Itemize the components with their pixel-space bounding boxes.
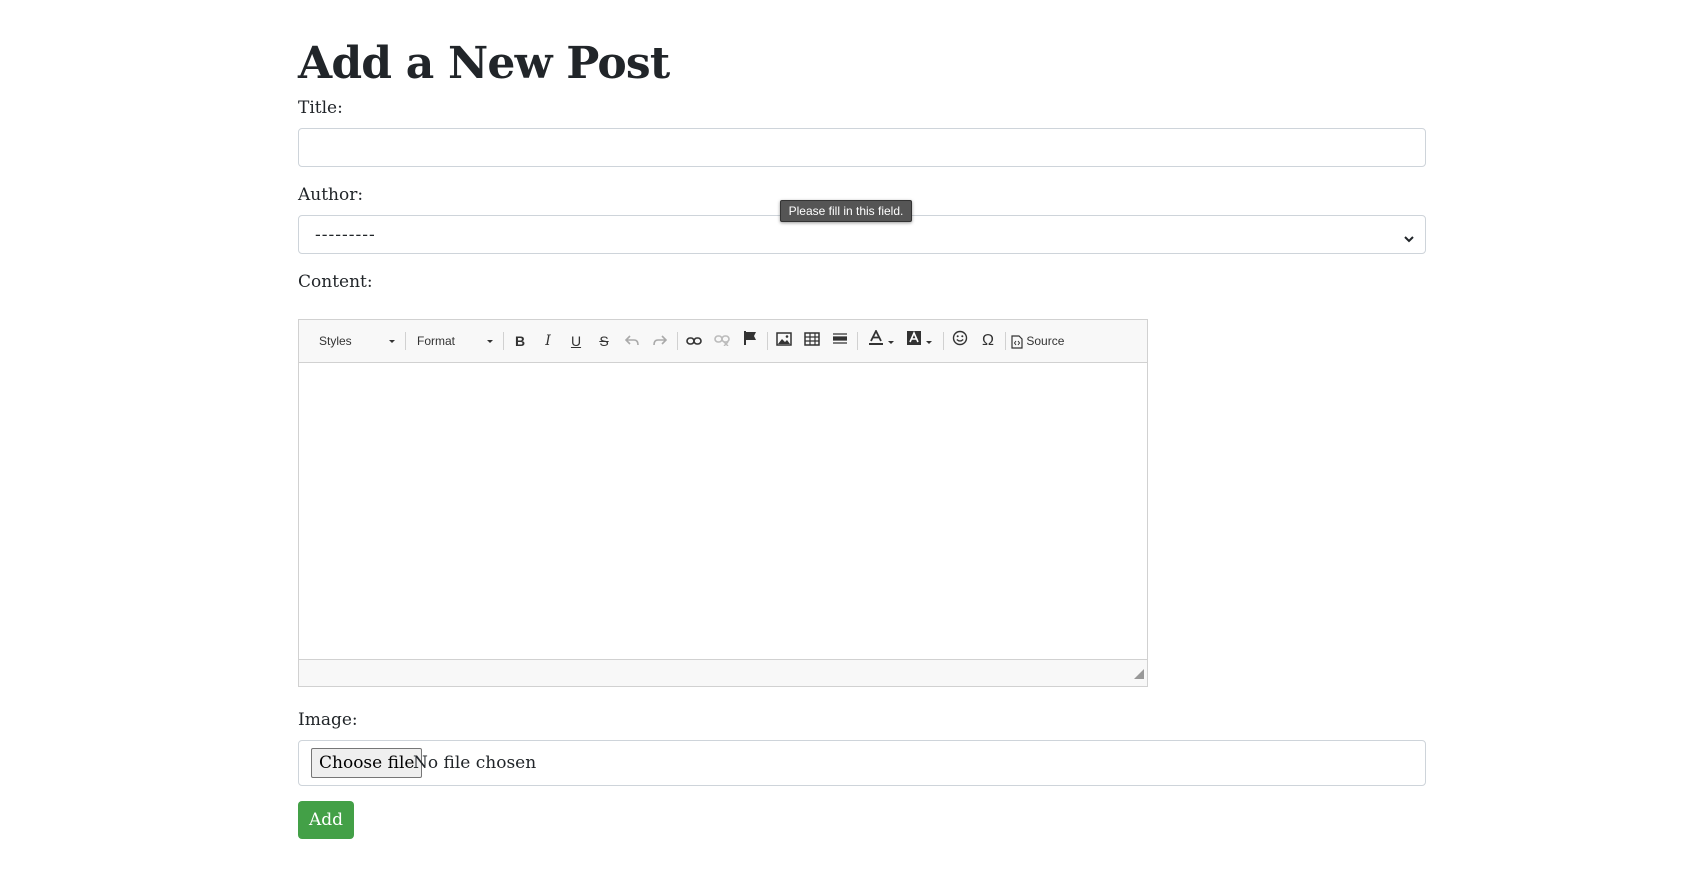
styles-dropdown-label: Styles bbox=[319, 334, 352, 348]
image-button[interactable] bbox=[773, 330, 795, 352]
redo-button[interactable] bbox=[649, 330, 671, 352]
background-color-button[interactable] bbox=[901, 330, 937, 352]
image-file-input: Choose file No file chosen bbox=[298, 740, 1426, 786]
source-icon bbox=[1011, 335, 1023, 349]
horizontal-line-button[interactable] bbox=[829, 330, 851, 352]
no-file-chosen-text: No file chosen bbox=[413, 753, 537, 773]
content-label: Content: bbox=[298, 272, 373, 292]
toolbar-separator bbox=[677, 332, 678, 350]
caret-down-icon bbox=[926, 340, 933, 344]
toolbar-separator bbox=[943, 332, 944, 350]
horizontal-line-icon bbox=[833, 333, 847, 344]
link-button[interactable] bbox=[683, 330, 705, 352]
anchor-button[interactable] bbox=[739, 330, 761, 352]
rich-text-editor: Styles Format B I U S Ω Source bbox=[298, 319, 1148, 687]
format-dropdown-label: Format bbox=[417, 334, 456, 348]
link-icon bbox=[686, 337, 702, 345]
page-title: Add a New Post bbox=[298, 38, 670, 89]
editor-content-area[interactable] bbox=[299, 363, 1147, 658]
italic-button[interactable]: I bbox=[537, 330, 559, 352]
flag-icon bbox=[744, 331, 756, 345]
caret-down-icon bbox=[389, 340, 395, 343]
choose-file-button[interactable]: Choose file bbox=[311, 748, 423, 778]
source-button[interactable]: Source bbox=[1011, 330, 1075, 352]
background-color-icon bbox=[906, 331, 921, 345]
toolbar-separator bbox=[857, 332, 858, 350]
table-icon bbox=[804, 332, 820, 346]
editor-bottom-bar bbox=[299, 659, 1147, 686]
unlink-icon bbox=[714, 335, 730, 347]
special-character-button[interactable]: Ω bbox=[977, 330, 999, 352]
chevron-down-icon bbox=[1403, 229, 1415, 248]
validation-tooltip: Please fill in this field. bbox=[780, 200, 912, 222]
redo-icon bbox=[653, 335, 668, 346]
underline-button[interactable]: U bbox=[565, 330, 587, 352]
source-button-label: Source bbox=[1026, 334, 1065, 348]
format-dropdown[interactable]: Format bbox=[417, 330, 497, 352]
toolbar-separator bbox=[767, 332, 768, 350]
author-label: Author: bbox=[298, 185, 364, 205]
caret-down-icon bbox=[487, 340, 493, 343]
text-color-button[interactable] bbox=[863, 328, 899, 352]
editor-toolbar: Styles Format B I U S Ω Source bbox=[299, 320, 1147, 363]
undo-icon bbox=[624, 335, 639, 346]
author-selected-value: --------- bbox=[315, 225, 376, 245]
text-color-icon bbox=[868, 328, 883, 345]
resize-handle-icon[interactable] bbox=[1134, 664, 1144, 683]
title-label: Title: bbox=[298, 98, 343, 118]
smiley-button[interactable] bbox=[949, 330, 971, 352]
toolbar-separator bbox=[405, 332, 406, 350]
toolbar-separator bbox=[503, 332, 504, 350]
smiley-icon bbox=[952, 330, 968, 346]
bold-button[interactable]: B bbox=[509, 330, 531, 352]
caret-down-icon bbox=[888, 340, 895, 344]
undo-button[interactable] bbox=[621, 330, 643, 352]
image-icon bbox=[776, 332, 792, 346]
table-button[interactable] bbox=[801, 330, 823, 352]
styles-dropdown[interactable]: Styles bbox=[319, 330, 399, 352]
toolbar-separator bbox=[1005, 332, 1006, 350]
image-label: Image: bbox=[298, 710, 358, 730]
title-input[interactable] bbox=[298, 128, 1426, 167]
unlink-button[interactable] bbox=[711, 330, 733, 352]
strikethrough-button[interactable]: S bbox=[593, 330, 615, 352]
add-button[interactable]: Add bbox=[298, 801, 354, 839]
